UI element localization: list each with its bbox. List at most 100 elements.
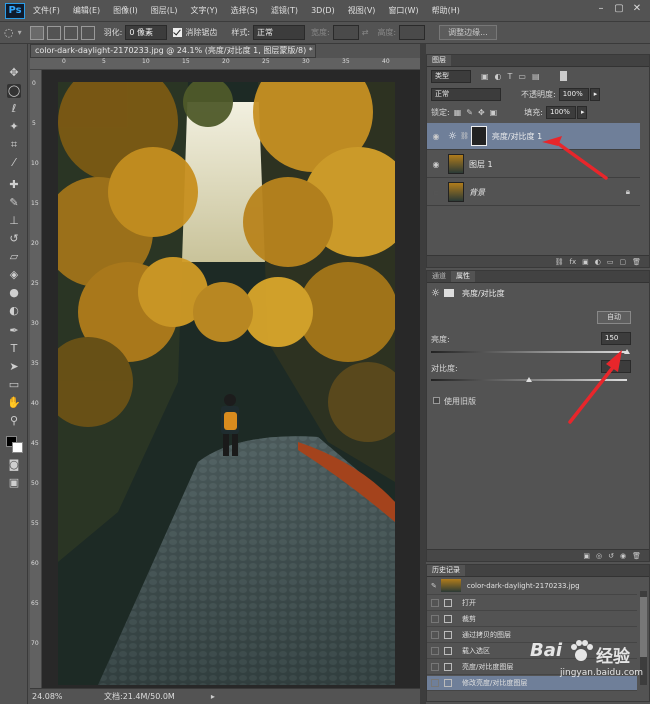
crop-tool-icon[interactable]: ⌗ — [7, 138, 21, 152]
lock-icon: 🔒︎ — [625, 187, 630, 196]
zoom-tool-icon[interactable]: ⚲ — [7, 414, 21, 428]
tab-properties[interactable]: 属性 — [451, 271, 475, 282]
mask-thumbnail[interactable] — [470, 126, 487, 146]
add-selection-icon[interactable] — [46, 25, 61, 40]
filter-toggle-icon[interactable] — [559, 71, 567, 81]
intersect-selection-icon[interactable] — [80, 25, 95, 40]
eye-hidden-icon[interactable]: ▫ — [430, 188, 442, 197]
background-color-swatch[interactable] — [12, 442, 23, 453]
menu-layer[interactable]: 图层(L) — [151, 5, 178, 16]
path-selection-tool-icon[interactable]: ➤ — [7, 360, 21, 374]
width-input[interactable] — [332, 25, 359, 40]
menu-type[interactable]: 文字(Y) — [190, 5, 217, 16]
legacy-checkbox[interactable] — [433, 397, 440, 404]
minimize-icon[interactable]: – — [594, 3, 608, 15]
eye-icon[interactable]: ◉ — [430, 160, 442, 169]
eraser-tool-icon[interactable]: ▱ — [7, 250, 21, 264]
lasso-tool-icon[interactable]: ℓ — [7, 102, 21, 116]
ellipse-marquee-icon[interactable]: ◌ — [4, 26, 14, 39]
rectangle-tool-icon[interactable]: ▭ — [7, 378, 21, 392]
opacity-dropdown[interactable]: ▸ — [589, 87, 600, 101]
screen-mode-icon[interactable]: ▣ — [7, 476, 21, 490]
eyedropper-tool-icon[interactable]: ⁄ — [7, 156, 21, 170]
layer-name: 图层 1 — [469, 159, 493, 169]
height-input[interactable] — [399, 25, 426, 40]
elliptical-marquee-tool-icon[interactable]: ◯ — [7, 84, 21, 98]
layers-panel-footer: ⛓ fx ▣ ◐ ▭ ▢ 🗑︎ — [427, 255, 649, 267]
blend-mode-select[interactable]: 正常 — [431, 87, 501, 101]
history-label: 通过拷贝的图层 — [462, 631, 511, 639]
layer-filter-select[interactable]: 类型 — [431, 69, 471, 83]
fx-icon[interactable]: fx — [570, 258, 577, 266]
delete-layer-icon[interactable]: 🗑︎ — [632, 258, 641, 266]
magic-wand-tool-icon[interactable]: ✦ — [7, 120, 21, 134]
menu-filter[interactable]: 滤镜(T) — [271, 5, 298, 16]
contrast-slider-handle[interactable] — [526, 377, 532, 382]
menu-3d[interactable]: 3D(D) — [311, 6, 335, 15]
close-icon[interactable]: ✕ — [630, 3, 644, 15]
menu-select[interactable]: 选择(S) — [231, 5, 258, 16]
pen-tool-icon[interactable]: ✒ — [7, 324, 21, 338]
clip-to-layer-icon[interactable]: ▣ — [583, 552, 590, 560]
view-previous-icon[interactable]: ◎ — [596, 552, 602, 560]
adjustment-sun-icon: ☼ — [431, 287, 440, 299]
swap-icon[interactable]: ⇄ — [362, 28, 369, 37]
clone-stamp-tool-icon[interactable]: ⊥ — [7, 214, 21, 228]
menu-window[interactable]: 窗口(W) — [388, 5, 418, 16]
history-brush-tool-icon[interactable]: ↺ — [7, 232, 21, 246]
dodge-tool-icon[interactable]: ◐ — [7, 304, 21, 318]
visibility-icon[interactable]: ◉ — [620, 552, 626, 560]
document-image[interactable] — [58, 82, 395, 685]
history-snapshot[interactable]: ✎ color-dark-daylight-2170233.jpg — [427, 577, 637, 595]
mask-icon[interactable] — [443, 289, 454, 297]
paint-bucket-tool-icon[interactable]: ◈ — [7, 268, 21, 282]
new-group-icon[interactable]: ▭ — [607, 258, 614, 266]
quick-mask-icon[interactable]: ◙ — [7, 458, 21, 472]
fill-dropdown[interactable]: ▸ — [576, 105, 587, 119]
opacity-input[interactable]: 100% — [558, 87, 589, 101]
maximize-icon[interactable]: ▢ — [612, 3, 626, 15]
filter-icons[interactable]: ▣◐T▭▤ — [481, 72, 546, 81]
menu-view[interactable]: 视图(V) — [348, 5, 376, 16]
auto-button[interactable]: 自动 — [597, 311, 631, 324]
ruler-tick: 15 — [31, 200, 39, 207]
menu-image[interactable]: 图像(I) — [113, 5, 138, 16]
style-select[interactable]: 正常 — [253, 25, 306, 40]
tab-layers[interactable]: 图层 — [427, 55, 451, 66]
fill-input[interactable]: 100% — [545, 105, 576, 119]
menu-help[interactable]: 帮助(H) — [432, 5, 460, 16]
delete-icon[interactable]: 🗑︎ — [632, 552, 641, 560]
document-tab[interactable]: color-dark-daylight-2170233.jpg @ 24.1% … — [30, 44, 316, 58]
ruler-tick: 10 — [142, 58, 150, 65]
history-item[interactable]: 打开 — [427, 596, 637, 611]
move-tool-icon[interactable]: ✥ — [7, 66, 21, 80]
height-label: 高度: — [377, 28, 397, 37]
eye-icon[interactable]: ◉ — [430, 132, 442, 141]
history-item[interactable]: 裁剪 — [427, 612, 637, 627]
chevron-right-icon[interactable]: ▸ — [211, 692, 215, 701]
chevron-down-icon[interactable]: ▾ — [18, 28, 22, 37]
hand-tool-icon[interactable]: ✋ — [7, 396, 21, 410]
reset-icon[interactable]: ↺ — [608, 552, 614, 560]
feather-input[interactable]: 0 像素 — [125, 25, 168, 40]
tab-history[interactable]: 历史记录 — [427, 565, 465, 576]
link-layers-icon[interactable]: ⛓ — [555, 258, 564, 266]
subtract-selection-icon[interactable] — [63, 25, 78, 40]
link-icon[interactable]: ⛓ — [460, 132, 469, 140]
new-adjustment-icon[interactable]: ◐ — [595, 258, 601, 266]
new-selection-icon[interactable] — [29, 25, 44, 40]
ruler-tick: 20 — [31, 240, 39, 247]
tab-channels[interactable]: 通道 — [427, 271, 451, 282]
menu-file[interactable]: 文件(F) — [33, 5, 60, 16]
blur-tool-icon[interactable]: ● — [7, 286, 21, 300]
antialias-checkbox[interactable] — [173, 28, 183, 37]
zoom-level[interactable]: 24.08% — [32, 692, 74, 701]
menu-edit[interactable]: 编辑(E) — [73, 5, 100, 16]
lock-icons[interactable]: ▦✎✥▣ — [454, 108, 503, 117]
brush-tool-icon[interactable]: ✎ — [7, 196, 21, 210]
type-tool-icon[interactable]: T — [7, 342, 21, 356]
healing-brush-tool-icon[interactable]: ✚ — [7, 178, 21, 192]
new-layer-icon[interactable]: ▢ — [619, 258, 626, 266]
add-mask-icon[interactable]: ▣ — [582, 258, 589, 266]
refine-edge-button[interactable]: 调整边缘... — [439, 25, 497, 40]
